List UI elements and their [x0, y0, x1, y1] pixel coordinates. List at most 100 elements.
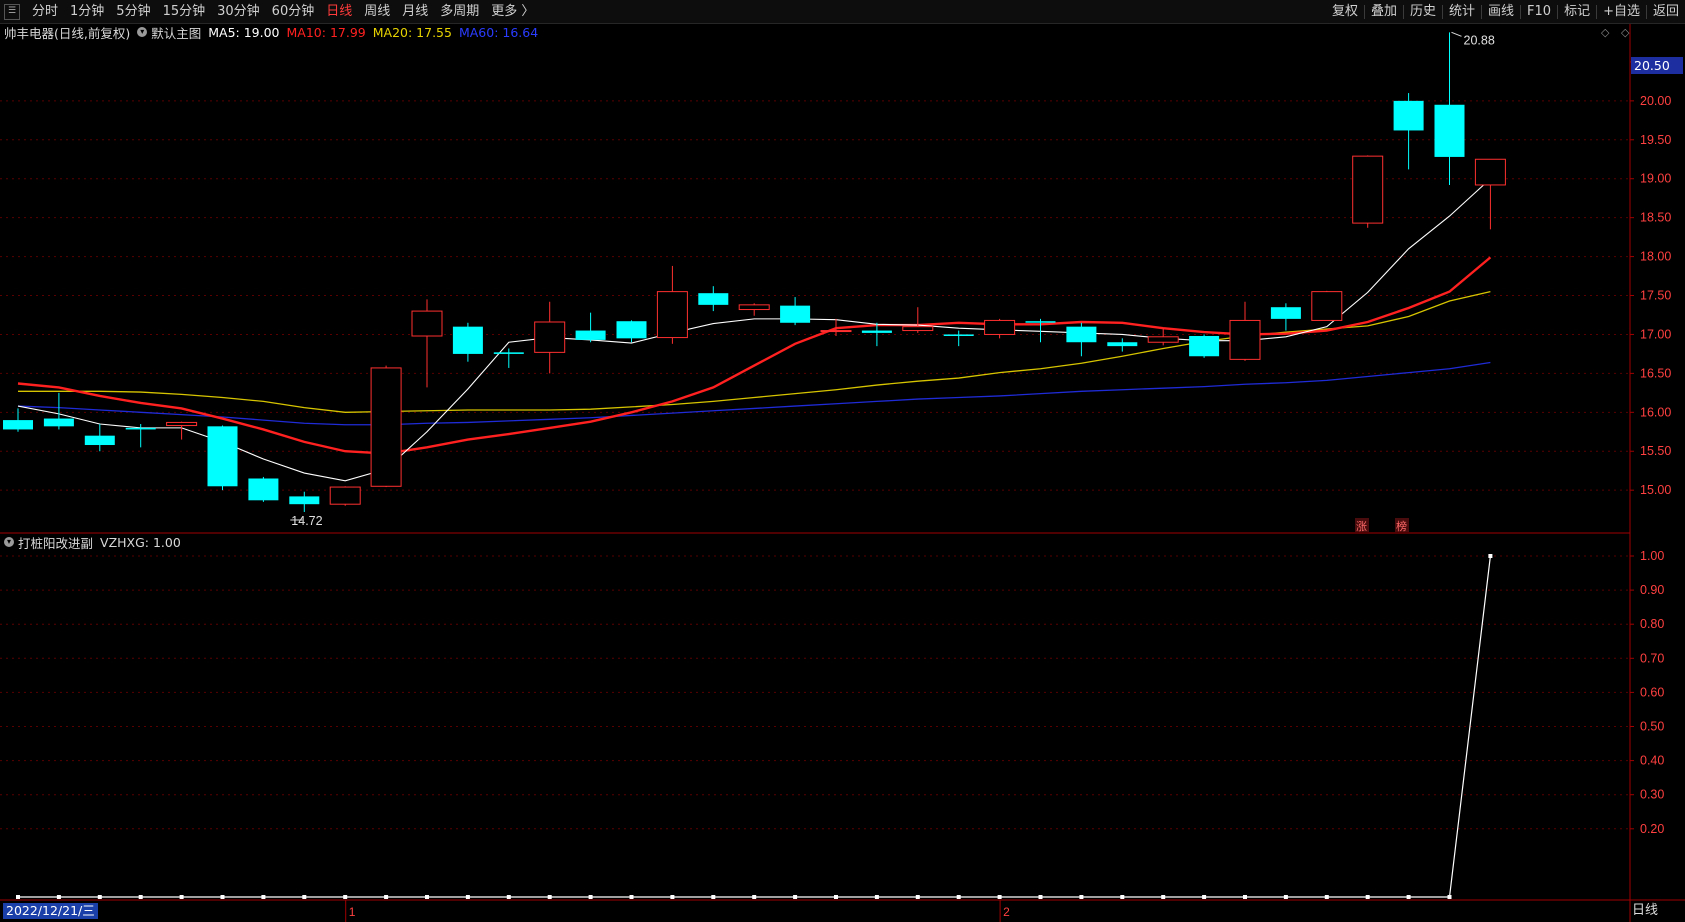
toolbar-tool-4[interactable]: 画线 — [1482, 0, 1520, 23]
candle-28[interactable] — [1147, 328, 1179, 346]
candle-24[interactable] — [984, 318, 1016, 339]
candle-1[interactable] — [43, 392, 74, 430]
candle-body — [1107, 342, 1138, 347]
vzhxg-point — [1202, 895, 1207, 899]
candle-33[interactable] — [1352, 155, 1384, 228]
candle-30[interactable] — [1229, 301, 1261, 361]
toolbar-tool-0[interactable]: 复权 — [1326, 0, 1364, 23]
main-ytick-label: 18.00 — [1640, 250, 1671, 264]
toolbar-period-0[interactable]: 分时 — [26, 0, 64, 23]
ma60-line — [17, 361, 1491, 426]
sub-indicator-name[interactable]: 打桩阳改进副 — [18, 533, 93, 552]
toolbar-period-7[interactable]: 周线 — [358, 0, 396, 23]
toolbar-period-9[interactable]: 多周期 — [434, 0, 485, 23]
candle-18[interactable] — [738, 303, 770, 316]
candle-10[interactable] — [411, 299, 443, 388]
ma10-label: MA10: 17.99 — [286, 24, 366, 40]
cursor-date-label: 2022/12/21/三 — [3, 903, 98, 919]
candle-4[interactable] — [166, 421, 198, 440]
candle-35[interactable] — [1434, 32, 1465, 185]
main-ytick-label: 16.50 — [1640, 366, 1671, 380]
candle-5[interactable] — [207, 425, 238, 491]
vzhxg-point — [1324, 895, 1329, 899]
vzhxg-point — [752, 895, 757, 899]
candle-36[interactable] — [1474, 158, 1506, 230]
settings-diamond-icon[interactable]: ◇ — [1601, 26, 1609, 39]
period-label[interactable]: 日线 — [1632, 902, 1658, 920]
toolbar-period-6[interactable]: 日线 — [320, 0, 358, 23]
candle-body — [1229, 319, 1261, 360]
candle-29[interactable] — [1189, 334, 1220, 358]
high-marker-line — [1451, 31, 1462, 37]
main-ytick-label: 19.00 — [1640, 172, 1671, 186]
sub-ytick-label: 0.90 — [1640, 583, 1664, 597]
candle-body — [493, 352, 524, 354]
candle-11[interactable] — [452, 322, 483, 362]
candle-13[interactable] — [534, 301, 566, 374]
candle-32[interactable] — [1311, 290, 1343, 321]
candle-2[interactable] — [84, 423, 115, 452]
candle-body — [1434, 104, 1465, 157]
toolbar-tool-6[interactable]: 标记 — [1558, 0, 1596, 23]
toolbar-period-3[interactable]: 15分钟 — [157, 0, 212, 23]
toolbar-period-4[interactable]: 30分钟 — [211, 0, 266, 23]
toolbar-tool-1[interactable]: 叠加 — [1365, 0, 1403, 23]
indicator-toggle-icon[interactable]: ▾ — [137, 27, 148, 37]
candle-body — [1270, 307, 1301, 319]
toolbar-tool-7[interactable]: +自选 — [1597, 0, 1646, 23]
candle-body — [125, 427, 156, 430]
candle-27[interactable] — [1107, 338, 1138, 352]
candle-body — [861, 330, 892, 333]
candle-body — [43, 418, 74, 427]
vzhxg-point — [56, 895, 61, 899]
toolbar-tool-8[interactable]: 返回 — [1647, 0, 1685, 23]
signal-badge: 涨 — [1356, 520, 1367, 533]
candle-15[interactable] — [616, 320, 647, 343]
vzhxg-point — [874, 895, 879, 899]
candle-14[interactable] — [575, 312, 606, 343]
toolbar-period-10[interactable]: 更多 〉 — [485, 0, 540, 23]
candle-22[interactable] — [902, 307, 934, 333]
candle-19[interactable] — [780, 297, 811, 326]
menu-icon[interactable]: ☰ — [4, 3, 20, 20]
candle-body — [1352, 155, 1384, 224]
vzhxg-point — [1447, 895, 1452, 899]
restore-diamond-icon[interactable]: ◇ — [1621, 26, 1629, 39]
vzhxg-point — [220, 895, 225, 899]
chart-canvas[interactable]: 15.00 15.50 16.00 16.50 17.00 17.50 18.00 18.50… — [0, 0, 1685, 922]
candle-16[interactable] — [656, 265, 688, 344]
toolbar-tool-3[interactable]: 统计 — [1443, 0, 1481, 23]
sub-indicator-toggle-icon[interactable]: ▾ — [4, 537, 14, 547]
candle-9[interactable] — [370, 365, 402, 488]
toolbar-period-2[interactable]: 5分钟 — [110, 0, 156, 23]
main-ytick-label: 18.50 — [1640, 211, 1671, 225]
candle-6[interactable] — [248, 476, 279, 502]
vzhxg-point — [343, 895, 348, 899]
toolbar-period-1[interactable]: 1分钟 — [64, 0, 110, 23]
vzhxg-point — [97, 895, 102, 899]
toolbar-period-5[interactable]: 60分钟 — [266, 0, 321, 23]
candle-body — [616, 321, 647, 339]
vzhxg-point — [384, 895, 389, 899]
main-indicator-name[interactable]: 默认主图 — [151, 23, 201, 42]
vzhxg-point — [629, 895, 634, 899]
vzhxg-point — [179, 895, 184, 899]
toolbar-tool-5[interactable]: F10 — [1521, 0, 1557, 23]
candle-23[interactable] — [943, 330, 974, 347]
vzhxg-point — [547, 895, 552, 899]
ma5-label: MA5: 19.00 — [208, 24, 280, 40]
ma60-label: MA60: 16.64 — [458, 24, 539, 40]
candle-17[interactable] — [698, 286, 729, 312]
vzhxg-point — [1488, 554, 1493, 558]
candle-body — [370, 367, 402, 487]
toolbar-tool-2[interactable]: 历史 — [1404, 0, 1442, 23]
candle-7[interactable] — [289, 491, 320, 512]
candle-8[interactable] — [329, 486, 361, 506]
candle-body — [698, 293, 729, 305]
candle-body — [1393, 100, 1424, 131]
candle-34[interactable] — [1393, 93, 1424, 170]
candle-26[interactable] — [1066, 322, 1097, 357]
candle-12[interactable] — [493, 348, 524, 368]
candle-31[interactable] — [1270, 303, 1301, 331]
toolbar-period-8[interactable]: 月线 — [396, 0, 434, 23]
